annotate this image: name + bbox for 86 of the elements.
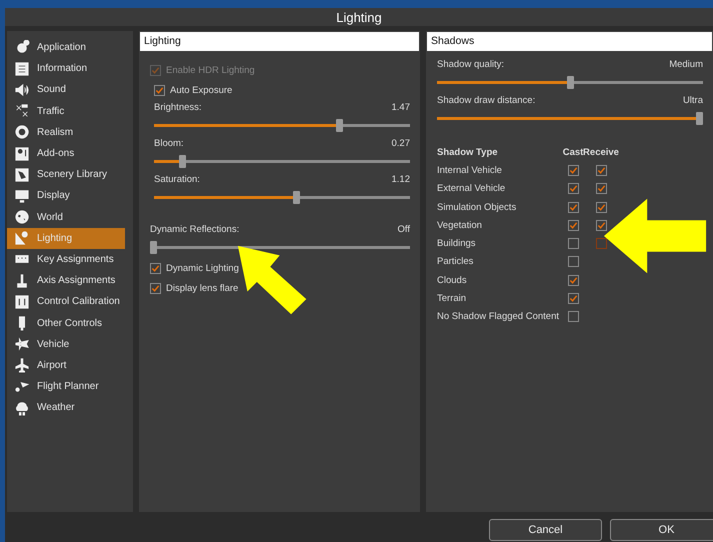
checkbox[interactable] [150,262,161,274]
shadow-type-label: No Shadow Flagged Content [437,310,560,324]
panel-header: Lighting [140,32,419,51]
sidebar-item[interactable]: Vehicle [7,334,125,355]
checkbox[interactable] [568,220,578,231]
checkbox[interactable] [596,238,606,250]
sidebar-item[interactable]: Display [7,185,125,206]
checkbox[interactable] [596,202,606,213]
column-header: Cast [562,146,584,160]
shadow-type-label: Particles [437,255,474,270]
panel-header: Shadows [427,32,712,51]
category-icon [14,294,30,310]
sidebar-item[interactable]: Traffic [7,100,125,122]
category-icon [14,209,30,226]
sidebar-item[interactable]: Axis Assignments [7,270,125,292]
checkbox[interactable] [568,202,578,213]
slider[interactable] [154,191,410,204]
shadow-type-label: Simulation Objects [437,200,518,215]
checkbox-label: Enable HDR Lighting [166,64,255,76]
slider-value: Off [398,224,410,234]
slider-value: Medium [669,58,703,70]
checkbox[interactable] [568,274,578,286]
slider-value: Ultra [682,94,703,106]
sidebar-item[interactable]: Add-ons [7,142,125,164]
cancel-button[interactable]: Cancel [489,519,602,541]
checkbox[interactable] [596,183,606,194]
checkbox[interactable] [568,311,578,322]
slider[interactable] [154,155,410,168]
slider-value: 1.12 [392,174,410,184]
sidebar-item[interactable]: Other Controls [7,312,125,334]
sidebar-item[interactable]: Sound [7,79,125,101]
checkbox[interactable] [150,282,161,294]
checkbox[interactable] [568,183,578,194]
category-icon [14,336,30,352]
checkbox-label: Dynamic Lighting [166,262,239,274]
shadow-type-label: Internal Vehicle [437,164,503,178]
checkbox[interactable] [568,164,578,176]
slider-label: Shadow quality: [437,58,504,70]
slider-value: 1.47 [392,102,410,112]
shadow-type-label: Clouds [437,274,468,288]
category-icon [14,103,30,120]
slider-label: Shadow draw distance: [437,94,536,106]
slider-label: Dynamic Reflections: [150,224,240,234]
category-icon [14,60,30,77]
sidebar-item[interactable]: Application [7,37,125,58]
sidebar-item[interactable]: Airport [7,354,125,376]
slider-label: Bloom: [154,138,184,148]
checkbox[interactable] [596,220,606,231]
slider-label: Brightness: [154,102,202,112]
slider[interactable] [150,241,410,254]
sidebar-item[interactable]: World [7,206,125,228]
slider[interactable] [437,112,703,125]
sidebar-item[interactable]: Weather [7,397,125,418]
sidebar-item[interactable]: Key Assignments [7,248,125,270]
category-icon [14,400,30,416]
checkbox[interactable] [568,256,578,268]
category-icon [14,188,30,204]
category-icon [14,166,30,183]
checkbox[interactable] [568,293,578,304]
sidebar-item[interactable]: Scenery Library [7,164,125,186]
category-icon [14,357,30,374]
category-icon [14,272,30,289]
shadow-type-label: Vegetation [437,218,483,233]
slider[interactable] [437,76,703,89]
category-icon [14,146,30,162]
category-icon [14,82,30,98]
window-title: Lighting [336,10,382,24]
slider-label: Saturation: [154,174,200,184]
category-icon [14,230,30,246]
checkbox-label: Display lens flare [166,282,238,294]
column-header: Receive [584,146,618,160]
category-icon [14,124,30,140]
slider[interactable] [154,119,410,132]
checkbox[interactable] [596,164,606,176]
ok-button[interactable]: OK [610,519,713,541]
sidebar-item[interactable]: Information [7,58,125,80]
slider-value: 0.27 [392,138,410,148]
shadow-type-label: Buildings [437,237,477,252]
checkbox[interactable] [568,238,578,250]
sidebar-item[interactable]: Realism [7,122,125,143]
column-header: Shadow Type [437,146,499,160]
checkbox-label: Auto Exposure [170,84,232,96]
shadow-type-label: External Vehicle [437,182,506,196]
sidebar-item[interactable]: Control Calibration [7,291,125,312]
sidebar-item[interactable]: Flight Planner [7,376,125,398]
shadow-type-label: Terrain [437,292,468,306]
